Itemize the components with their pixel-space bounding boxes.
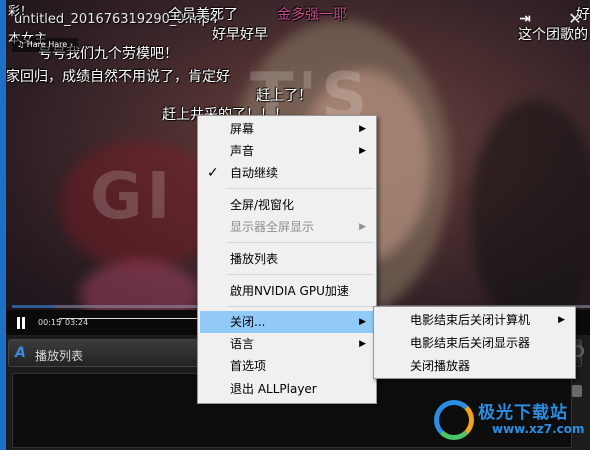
seek-bar-fill bbox=[12, 305, 55, 308]
menu-item-exit[interactable]: 退出 ALLPlayer bbox=[200, 378, 374, 400]
allplayer-window: T'S GI untitled_201676319290_0.mp4 ⇥ ✕ 彩… bbox=[0, 0, 590, 450]
submenu-arrow-icon: ▶ bbox=[359, 146, 366, 156]
menu-item-label: 关闭... bbox=[230, 315, 266, 329]
submenu-arrow-icon: ▶ bbox=[558, 315, 565, 325]
menu-item-close[interactable]: 关闭... ▶ bbox=[200, 311, 374, 333]
menu-item-preferences[interactable]: 首选项 bbox=[200, 355, 374, 377]
menu-item-auto-resume[interactable]: ✓ 自动继续 bbox=[200, 162, 374, 184]
menu-item-label: 语言 bbox=[230, 337, 255, 351]
music-tag: ♫ Hare Hare › bbox=[12, 38, 78, 52]
menu-item-sound[interactable]: 声音 ▶ bbox=[200, 140, 374, 162]
menu-item-nvidia-gpu[interactable]: 啟用NVIDIA GPU加速 bbox=[200, 280, 374, 302]
window-edge bbox=[0, 0, 6, 450]
context-menu: 屏幕 ▶ 声音 ▶ ✓ 自动继续 全屏/视窗化 显示器全屏显示 ▶ 播放列表 啟… bbox=[197, 115, 377, 404]
danmaku-comment: 家回归，成绩自然不用说了，肯定好 bbox=[6, 69, 230, 85]
current-time: 00:15 bbox=[38, 318, 62, 327]
menu-item-close-player[interactable]: 关闭播放器 bbox=[376, 355, 573, 377]
watermark-logo-icon bbox=[434, 400, 474, 440]
menu-separator bbox=[226, 306, 374, 307]
menu-item-label: 首选项 bbox=[230, 359, 267, 373]
watermark-name: 极光下载站 bbox=[478, 403, 568, 423]
menu-separator bbox=[226, 188, 374, 189]
background-letters: GI bbox=[90, 160, 175, 234]
submenu-arrow-icon: ▶ bbox=[359, 317, 366, 327]
menu-item-screen[interactable]: 屏幕 ▶ bbox=[200, 118, 374, 140]
menu-item-monitor-fullscreen: 显示器全屏显示 ▶ bbox=[200, 216, 374, 238]
menu-item-language[interactable]: 语言 ▶ bbox=[200, 333, 374, 355]
submenu-arrow-icon: ▶ bbox=[359, 124, 366, 134]
menu-item-fullscreen-toggle[interactable]: 全屏/视窗化 bbox=[200, 194, 374, 216]
danmaku-comment: 全员美死了 bbox=[168, 7, 238, 23]
watermark-url: www.xz7.com bbox=[492, 422, 585, 436]
danmaku-comment: 彩！ bbox=[8, 4, 33, 18]
menu-item-label: 全屏/视窗化 bbox=[230, 198, 295, 212]
menu-item-label: 播放列表 bbox=[230, 252, 279, 266]
menu-item-label: 声音 bbox=[230, 144, 255, 158]
menu-item-label: 显示器全屏显示 bbox=[230, 220, 315, 234]
menu-item-shutdown-after-movie[interactable]: 电影结束后关闭计算机 ▶ bbox=[376, 309, 573, 331]
menu-item-label: 啟用NVIDIA GPU加速 bbox=[230, 284, 349, 298]
menu-item-playlist[interactable]: 播放列表 bbox=[200, 248, 374, 270]
playlist-title: 播放列表 bbox=[35, 349, 84, 363]
menu-item-monitor-off-after-movie[interactable]: 电影结束后关闭显示器 bbox=[376, 332, 573, 354]
menu-item-label: 电影结束后关闭计算机 bbox=[410, 313, 531, 327]
menu-separator bbox=[226, 274, 374, 275]
submenu-arrow-icon: ▶ bbox=[359, 339, 366, 349]
menu-item-label: 关闭播放器 bbox=[410, 359, 471, 373]
menu-item-label: 退出 ALLPlayer bbox=[230, 382, 317, 396]
menu-item-label: 屏幕 bbox=[230, 122, 255, 136]
menu-separator bbox=[226, 242, 374, 243]
menu-item-label: 电影结束后关闭显示器 bbox=[410, 336, 531, 350]
watermark: 极光下载站 www.xz7.com bbox=[434, 396, 585, 446]
danmaku-comment: 好早好早 bbox=[212, 27, 268, 43]
danmaku-comment: 这个团歌的 bbox=[518, 27, 588, 43]
danmaku-comment: 金多强一耶 bbox=[277, 7, 347, 23]
menu-item-label: 自动继续 bbox=[230, 166, 279, 180]
danmaku-comment: 赶上了！ bbox=[256, 88, 312, 104]
pause-icon[interactable] bbox=[16, 317, 26, 329]
close-submenu: 电影结束后关闭计算机 ▶ 电影结束后关闭显示器 关闭播放器 bbox=[373, 306, 576, 379]
danmaku-comment: 好 bbox=[576, 7, 590, 23]
video-blur bbox=[470, 100, 590, 330]
allplayer-logo-icon: A bbox=[15, 345, 26, 361]
submenu-arrow-icon: ▶ bbox=[359, 222, 366, 232]
total-time: 03:24 bbox=[65, 318, 89, 327]
checkmark-icon: ✓ bbox=[207, 165, 219, 181]
